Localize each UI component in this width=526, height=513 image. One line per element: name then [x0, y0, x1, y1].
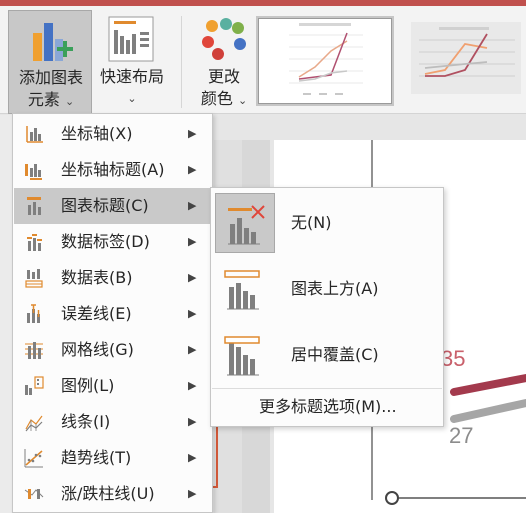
menu-item-chart-title[interactable]: 图表标题(C) ▶	[14, 188, 212, 224]
gridlines-icon	[25, 342, 43, 359]
menu-item-up-down-bars[interactable]: 涨/跌柱线(U) ▶	[14, 476, 212, 512]
slide-thumbnail-strip	[0, 115, 12, 513]
quick-layout-label: 快速布局	[99, 67, 164, 86]
add-chart-element-label-1: 添加图表	[18, 68, 83, 87]
menu-item-label: 图表标题(C)	[61, 196, 149, 215]
chevron-down-icon: ⌄	[64, 95, 75, 108]
menu-item-label: 坐标轴标题(A)	[61, 160, 165, 179]
menu-item-label: 网格线(G)	[61, 340, 134, 359]
submenu-thumb	[215, 325, 275, 385]
up-down-bars-icon	[24, 489, 44, 499]
more-title-options-link[interactable]: 更多标题选项(M)...	[259, 396, 397, 418]
axis-titles-icon	[25, 164, 42, 180]
lines-icon	[25, 415, 43, 432]
menu-item-lines[interactable]: 线条(I) ▶	[14, 404, 212, 440]
change-colors-icon	[202, 18, 246, 60]
submenu-item-centered-overlay[interactable]: 居中覆盖(C)	[212, 322, 442, 388]
chevron-right-icon: ▶	[188, 163, 197, 176]
series-line-1	[450, 374, 526, 396]
change-colors-button[interactable]: 更改 颜色 ⌄	[188, 10, 260, 114]
menu-item-label: 线条(I)	[61, 412, 111, 431]
submenu-item-label: 无(N)	[291, 213, 332, 232]
chevron-right-icon: ▶	[188, 343, 197, 356]
chevron-right-icon: ▶	[188, 451, 197, 464]
axes-icon	[26, 126, 43, 143]
add-chart-element-icon	[33, 23, 73, 61]
chevron-down-icon: ⌄	[127, 92, 137, 105]
menu-item-gridlines[interactable]: 网格线(G) ▶	[14, 332, 212, 368]
chevron-right-icon: ▶	[188, 487, 197, 500]
chart-style-preview	[411, 22, 521, 94]
menu-item-label: 数据表(B)	[61, 268, 133, 287]
data-labels-icon	[27, 234, 42, 251]
data-label-27: 27	[449, 423, 474, 448]
chart-style-2-thumbnail[interactable]	[405, 18, 526, 104]
data-label-35: 35	[441, 346, 466, 371]
chevron-right-icon: ▶	[188, 199, 197, 212]
title-above-icon	[224, 270, 260, 310]
chart-title-icon	[27, 197, 41, 215]
add-chart-element-menu: 坐标轴(X) ▶ 坐标轴标题(A) ▶ 图表标题(C) ▶ 数据标签(D) ▶ …	[12, 113, 213, 513]
add-chart-element-label-2: 元素 ⌄	[27, 90, 75, 109]
chevron-right-icon: ▶	[188, 235, 197, 248]
chevron-right-icon: ▶	[188, 415, 197, 428]
submenu-item-above-chart[interactable]: 图表上方(A)	[212, 256, 442, 322]
quick-layout-icon	[108, 16, 154, 62]
menu-item-label: 趋势线(T)	[61, 448, 132, 467]
menu-item-label: 图例(L)	[61, 376, 115, 395]
chevron-right-icon: ▶	[188, 271, 197, 284]
menu-item-axes[interactable]: 坐标轴(X) ▶	[14, 116, 212, 152]
submenu-thumb	[215, 193, 275, 253]
change-colors-label-2: 颜色 ⌄	[200, 89, 248, 108]
menu-item-error-bars[interactable]: 误差线(E) ▶	[14, 296, 212, 332]
menu-item-label: 坐标轴(X)	[61, 124, 133, 143]
change-colors-label-1: 更改	[207, 67, 240, 86]
error-bars-icon	[27, 304, 40, 323]
chevron-right-icon: ▶	[188, 379, 197, 392]
no-title-icon	[228, 205, 265, 245]
submenu-separator	[212, 388, 442, 389]
menu-item-legend[interactable]: 图例(L) ▶	[14, 368, 212, 404]
title-centered-overlay-icon	[224, 336, 260, 376]
ribbon: 添加图表 元素 ⌄ 快速布局 ⌄ 更改 颜色 ⌄	[0, 6, 526, 114]
menu-item-data-table[interactable]: 数据表(B) ▶	[14, 260, 212, 296]
submenu-item-label: 图表上方(A)	[291, 279, 379, 298]
data-table-icon	[25, 269, 43, 288]
menu-item-label: 误差线(E)	[61, 304, 132, 323]
ribbon-separator	[181, 16, 182, 108]
submenu-item-label: 居中覆盖(C)	[291, 345, 379, 364]
menu-item-label: 涨/跌柱线(U)	[61, 484, 155, 503]
series-line-2	[450, 399, 526, 423]
menu-item-label: 数据标签(D)	[61, 232, 150, 251]
resize-handle[interactable]	[385, 491, 399, 505]
submenu-thumb	[215, 259, 275, 319]
chart-title-submenu: 无(N) 图表上方(A) 居中覆盖(C) 更多标题选项(M)...	[210, 187, 444, 427]
submenu-item-none[interactable]: 无(N)	[212, 190, 442, 256]
trendline-icon	[24, 449, 43, 468]
menu-item-axis-titles[interactable]: 坐标轴标题(A) ▶	[14, 152, 212, 188]
chart-style-1-thumbnail[interactable]	[256, 16, 394, 106]
chevron-right-icon: ▶	[188, 307, 197, 320]
legend-icon	[25, 376, 44, 395]
chevron-down-icon: ⌄	[237, 94, 248, 107]
quick-layout-button[interactable]: 快速布局 ⌄	[94, 10, 170, 114]
chevron-right-icon: ▶	[188, 127, 197, 140]
chart-style-preview	[289, 23, 363, 95]
menu-item-trendline[interactable]: 趋势线(T) ▶	[14, 440, 212, 476]
add-chart-element-button[interactable]: 添加图表 元素 ⌄	[8, 10, 92, 114]
menu-item-data-labels[interactable]: 数据标签(D) ▶	[14, 224, 212, 260]
